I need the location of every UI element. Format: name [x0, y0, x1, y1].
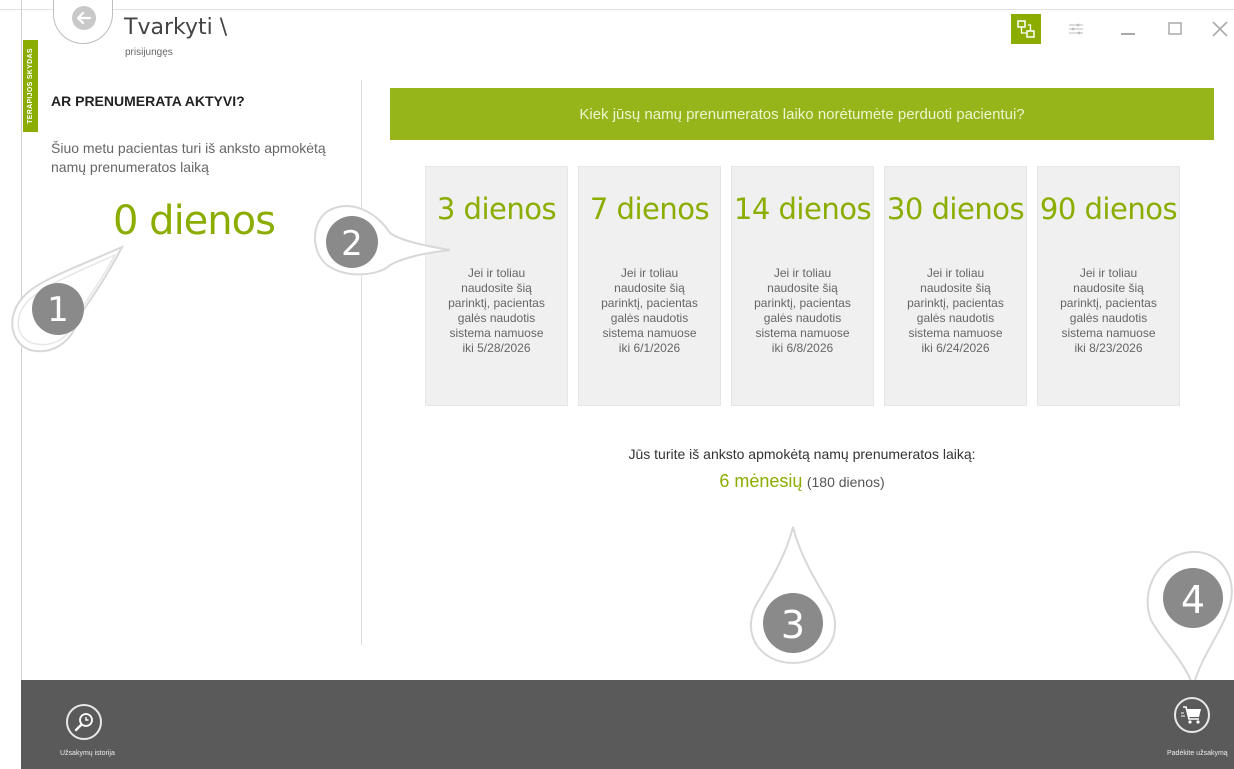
remaining-days-unit: dienos — [149, 198, 276, 244]
marker-label: 4 — [1181, 578, 1205, 622]
subscription-description: Šiuo metu pacientas turi iš anksto apmok… — [51, 140, 326, 175]
back-button[interactable] — [53, 0, 113, 44]
prepaid-months: 6 mėnesių — [719, 471, 803, 491]
history-search-icon — [74, 713, 93, 732]
marker-4: 4 — [1143, 548, 1234, 693]
back-arrow-icon — [72, 6, 96, 30]
login-status: prisijungęs — [125, 47, 173, 58]
marker-label: 3 — [781, 603, 805, 647]
order-history-button[interactable] — [66, 704, 102, 740]
marker-1: 1 — [10, 244, 130, 365]
therapy-panel-tab[interactable]: TERAPIJOS SKYDAS — [23, 40, 38, 132]
marker-label: 2 — [341, 224, 363, 264]
place-order-label: Padėkite užsakymą — [1167, 750, 1228, 757]
option-description: Jei ir toliau naudosite šią parinktį, pa… — [754, 266, 851, 355]
option-card-30-days[interactable]: 30 dienos Jei ir toliau naudosite šią pa… — [884, 166, 1027, 406]
order-history-label: Užsakymų istorija — [60, 750, 115, 757]
subscription-heading: AR PRENUMERATA AKTYVI? — [51, 93, 245, 109]
panel-divider — [361, 80, 362, 645]
place-order-button[interactable] — [1174, 697, 1210, 733]
prepaid-value: 6 mėnesių (180 dienos) — [390, 471, 1214, 492]
remaining-days-value: 0 — [113, 198, 138, 244]
maximize-icon — [1168, 22, 1182, 35]
option-days: 30 dienos — [886, 192, 1025, 226]
settings-button[interactable] — [1061, 14, 1091, 44]
remaining-days: 0 dienos — [113, 198, 276, 244]
bottom-toolbar: Užsakymų istorija Padėkite užsakymą — [21, 680, 1234, 769]
prepaid-label: Jūs turite iš anksto apmokėtą namų prenu… — [628, 446, 976, 462]
option-description: Jei ir toliau naudosite šią parinktį, pa… — [1060, 266, 1157, 355]
close-icon — [1212, 21, 1228, 37]
cart-icon — [1181, 706, 1201, 724]
minimize-button[interactable] — [1115, 14, 1141, 44]
maximize-button[interactable] — [1162, 14, 1188, 44]
option-days: 90 dienos — [1039, 192, 1178, 226]
marker-2: 2 — [310, 195, 460, 290]
network-button[interactable] — [1011, 14, 1041, 44]
page-title: Tvarkyti \ — [124, 15, 228, 40]
minimize-icon — [1121, 33, 1135, 35]
sliders-icon — [1069, 23, 1083, 35]
therapy-panel-tab-label: TERAPIJOS SKYDAS — [27, 48, 34, 124]
option-card-90-days[interactable]: 90 dienos Jei ir toliau naudosite šią pa… — [1037, 166, 1180, 406]
close-button[interactable] — [1207, 14, 1233, 44]
marker-3: 3 — [745, 525, 841, 670]
app-window: TERAPIJOS SKYDAS Tvarkyti \ prisijungęs … — [0, 0, 1234, 769]
marker-label: 1 — [47, 290, 69, 330]
option-card-14-days[interactable]: 14 dienos Jei ir toliau naudosite šią pa… — [731, 166, 874, 406]
option-description: Jei ir toliau naudosite šią parinktį, pa… — [907, 266, 1004, 355]
option-description: Jei ir toliau naudosite šią parinktį, pa… — [448, 266, 545, 355]
transfer-question-banner: Kiek jūsų namų prenumeratos laiko norėtu… — [390, 88, 1214, 140]
network-icon — [1017, 20, 1035, 38]
option-days: 14 dienos — [733, 192, 872, 226]
option-card-7-days[interactable]: 7 dienos Jei ir toliau naudosite šią par… — [578, 166, 721, 406]
option-days: 7 dienos — [589, 192, 710, 226]
prepaid-days: (180 dienos) — [806, 474, 885, 490]
duration-options: 3 dienos Jei ir toliau naudosite šią par… — [425, 166, 1180, 406]
top-border — [0, 9, 1234, 10]
option-description: Jei ir toliau naudosite šią parinktį, pa… — [601, 266, 698, 355]
